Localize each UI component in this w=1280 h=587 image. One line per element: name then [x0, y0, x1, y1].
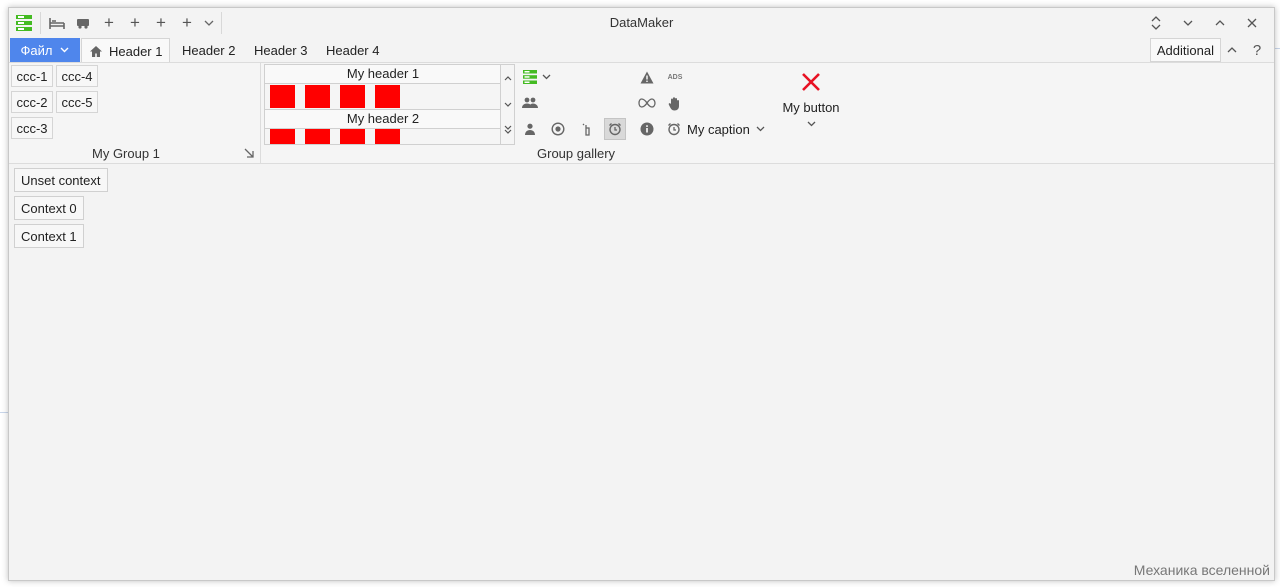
maximize-icon[interactable] [1204, 11, 1236, 35]
group-label: Group gallery [537, 146, 616, 161]
tab-label: Header 1 [109, 43, 163, 59]
ccc-2-button[interactable]: ccc-2 [11, 91, 53, 113]
unset-context-button[interactable]: Unset context [14, 168, 108, 192]
title-bar: + + + + DataMaker [9, 8, 1274, 38]
window-controls [1140, 11, 1268, 35]
vehicle-icon[interactable] [70, 11, 96, 35]
gallery-item[interactable] [375, 85, 400, 108]
scroll-down-icon[interactable] [501, 91, 514, 117]
scroll-up-icon[interactable] [501, 65, 514, 91]
alarm-icon [668, 123, 680, 136]
app-window: + + + + DataMaker Файл Header 1 Header 2… [8, 7, 1275, 581]
status-text: Механика вселенной [1133, 562, 1270, 578]
caption-dropdown[interactable]: My caption [667, 118, 765, 140]
ads-icon[interactable]: ADS [664, 66, 686, 88]
collapse-ribbon-icon[interactable] [1222, 40, 1242, 60]
plus-icon[interactable]: + [122, 11, 148, 35]
plus-icon[interactable]: + [96, 11, 122, 35]
gallery-item[interactable] [270, 129, 295, 144]
gallery-scroller [500, 65, 514, 144]
context-1-button[interactable]: Context 1 [14, 224, 84, 248]
background-grid-line [0, 412, 8, 413]
dialog-launcher-icon[interactable] [243, 147, 257, 161]
plus-icon[interactable]: + [148, 11, 174, 35]
expand-collapse-icon[interactable] [1140, 11, 1172, 35]
gallery-item[interactable] [340, 129, 365, 144]
chevron-down-icon [807, 121, 815, 127]
context-0-button[interactable]: Context 0 [14, 196, 84, 220]
hand-icon[interactable] [664, 92, 686, 114]
tab-header-3[interactable]: Header 3 [254, 38, 307, 62]
tab-header-1[interactable]: Header 1 [81, 38, 171, 63]
quick-access-toolbar: + + + + [11, 11, 225, 35]
minimize-icon[interactable] [1172, 11, 1204, 35]
file-menu-button[interactable]: Файл [10, 38, 80, 62]
plus-icon[interactable]: + [174, 11, 200, 35]
group-label: My Group 1 [92, 146, 160, 161]
gallery-item[interactable] [375, 129, 400, 144]
ribbon-panel: ccc-1 ccc-4 ccc-2 ccc-5 ccc-3 My Group 1… [9, 62, 1274, 164]
people-icon[interactable] [519, 92, 541, 114]
gallery-header: My header 1 [265, 65, 501, 84]
bed-icon[interactable] [44, 11, 70, 35]
help-icon[interactable]: ? [1247, 40, 1267, 60]
alarm-icon[interactable] [604, 118, 626, 140]
tab-header-2[interactable]: Header 2 [182, 38, 235, 62]
gallery-item[interactable] [270, 85, 295, 108]
ccc-4-button[interactable]: ccc-4 [56, 65, 98, 87]
tab-label: Header 3 [254, 42, 308, 58]
gallery: My header 1 My header 2 [264, 64, 515, 145]
separator [40, 12, 41, 34]
list-green-icon[interactable] [11, 11, 37, 35]
ccc-5-button[interactable]: ccc-5 [56, 91, 98, 113]
ccc-1-button[interactable]: ccc-1 [11, 65, 53, 87]
caption-label: My caption [687, 121, 750, 137]
gallery-item[interactable] [340, 85, 365, 108]
gallery-item[interactable] [305, 85, 330, 108]
tab-label: Header 2 [182, 42, 236, 58]
gallery-item[interactable] [305, 129, 330, 144]
warning-icon[interactable] [636, 66, 658, 88]
expand-gallery-icon[interactable] [501, 117, 514, 143]
chevron-down-icon [60, 47, 69, 53]
chevron-down-icon [756, 126, 765, 132]
group-separator [260, 63, 261, 163]
ribbon-tabs: Файл Header 1 Header 2 Header 3 Header 4… [9, 38, 1274, 63]
chevron-down-icon[interactable] [200, 11, 218, 35]
home-icon [90, 45, 102, 57]
chevron-down-icon[interactable] [539, 66, 553, 88]
file-menu-label: Файл [20, 42, 53, 58]
close-x-icon [802, 73, 820, 91]
record-icon[interactable] [547, 118, 569, 140]
separator [221, 12, 222, 34]
my-button[interactable]: My button [777, 71, 845, 143]
tab-header-4[interactable]: Header 4 [326, 38, 379, 62]
person-icon[interactable] [519, 118, 541, 140]
ccc-3-button[interactable]: ccc-3 [11, 117, 53, 139]
list-green-icon[interactable] [519, 66, 541, 88]
tab-label: Header 4 [326, 42, 380, 58]
close-icon[interactable] [1236, 11, 1268, 35]
touch-icon[interactable] [576, 118, 598, 140]
infinity-icon[interactable] [636, 92, 658, 114]
info-icon[interactable] [636, 118, 658, 140]
my-button-label: My button [782, 100, 840, 115]
additional-button[interactable]: Additional [1149, 38, 1221, 62]
gallery-header: My header 2 [265, 109, 501, 129]
